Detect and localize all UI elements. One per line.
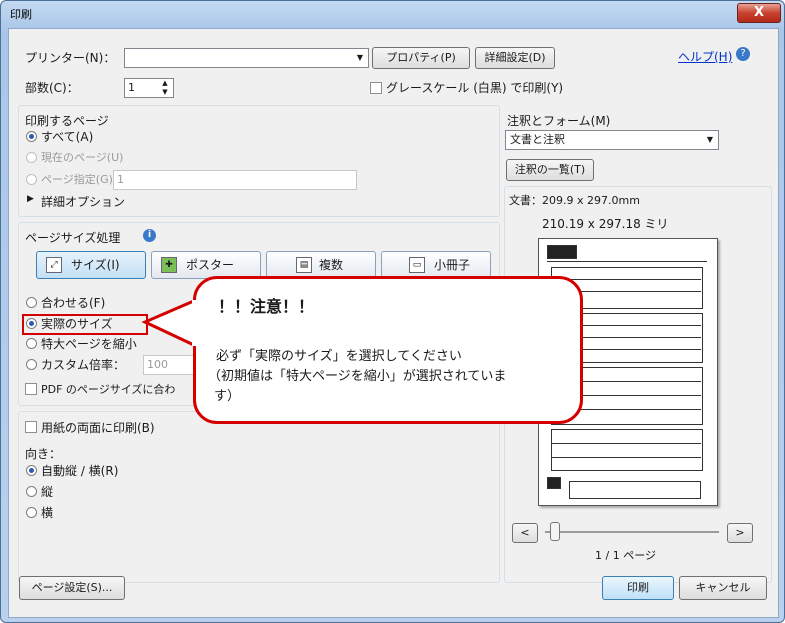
callout-box: ！！注意！！ 必ず「実際のサイズ」を選択してください （初期値は「特大ページを縮… (193, 276, 583, 424)
callout-pointer-shape (141, 297, 198, 349)
callout-heading: ！！注意！！ (218, 297, 315, 316)
callout-pointer-mask (192, 300, 200, 346)
callout-pointer-mask-rect (192, 300, 200, 346)
callout-line2: （初期値は「特大ページを縮小」が選択されていま (208, 369, 507, 384)
callout-line1: 必ず「実際のサイズ」を選択してください (216, 349, 462, 364)
callout-line3: す） (214, 389, 241, 404)
